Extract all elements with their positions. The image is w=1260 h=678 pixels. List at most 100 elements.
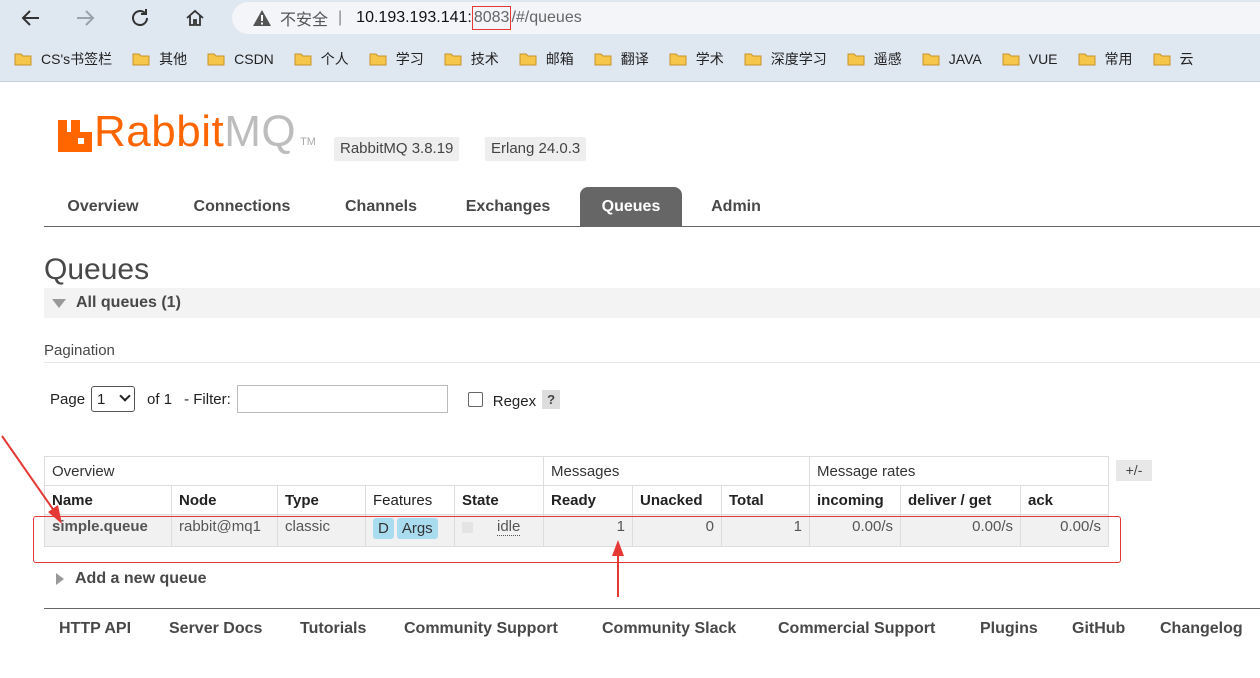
footer-link-changelog[interactable]: Changelog bbox=[1160, 620, 1243, 638]
bookmark-label: 翻译 bbox=[620, 50, 649, 67]
bookmark-label: 技术 bbox=[470, 50, 499, 67]
footer-link-tutorials[interactable]: Tutorials bbox=[300, 620, 366, 638]
bookmark-item[interactable]: 学习 bbox=[369, 49, 424, 69]
bookmark-item[interactable]: 其他 bbox=[132, 49, 187, 69]
bookmark-label: JAVA bbox=[948, 50, 982, 67]
folder-icon bbox=[369, 53, 387, 65]
page-label: Page bbox=[50, 390, 86, 408]
folder-icon bbox=[594, 53, 612, 65]
collapse-triangle-icon bbox=[52, 298, 66, 308]
home-button[interactable] bbox=[180, 4, 210, 32]
warning-icon bbox=[253, 10, 271, 26]
bookmark-item[interactable]: 技术 bbox=[444, 49, 499, 69]
column-toggle-button[interactable]: +/- bbox=[1116, 460, 1152, 481]
insecure-label: 不安全 bbox=[280, 12, 329, 29]
bookmark-item[interactable]: CSDN bbox=[207, 51, 274, 67]
all-queues-section-toggle[interactable]: All queues (1) bbox=[44, 288, 1260, 318]
folder-icon bbox=[207, 53, 225, 65]
tab-overview[interactable]: Overview bbox=[50, 187, 156, 226]
col-total[interactable]: Total bbox=[721, 485, 810, 515]
footer-link-http-api[interactable]: HTTP API bbox=[59, 620, 131, 638]
filter-input[interactable] bbox=[236, 385, 448, 413]
footer-link-server-docs[interactable]: Server Docs bbox=[169, 620, 262, 638]
footer-link-commercial-support[interactable]: Commercial Support bbox=[778, 620, 935, 638]
bookmark-item[interactable]: 深度学习 bbox=[744, 49, 827, 69]
add-queue-toggle[interactable]: Add a new queue bbox=[56, 570, 207, 588]
footer-link-community-slack[interactable]: Community Slack bbox=[602, 620, 736, 638]
url-port: 8083 bbox=[471, 6, 512, 30]
folder-icon bbox=[744, 53, 762, 65]
logo-rabbit: Rabbit bbox=[94, 107, 225, 156]
logo-trademark: TM bbox=[300, 136, 316, 148]
back-button[interactable] bbox=[16, 4, 46, 32]
col-name[interactable]: Name bbox=[44, 485, 172, 515]
logo-mq: MQ bbox=[224, 107, 297, 156]
tab-admin[interactable]: Admin bbox=[696, 187, 776, 226]
col-type[interactable]: Type bbox=[277, 485, 366, 515]
col-ready[interactable]: Ready bbox=[543, 485, 633, 515]
url-host: 10.193.193.141: bbox=[356, 9, 472, 26]
bookmark-item[interactable]: 个人 bbox=[294, 49, 349, 69]
group-overview: Overview bbox=[44, 456, 544, 486]
main-tabs: Overview Connections Channels Exchanges … bbox=[44, 187, 1260, 227]
bookmark-item[interactable]: 翻译 bbox=[594, 49, 649, 69]
bookmarks-bar: CS's书签栏 其他 CSDN 个人 学习 技术 邮箱 翻译 学术 深度学习 遥感 JAVA VUE 常用… bbox=[0, 36, 1260, 82]
annotation-highlight-box bbox=[33, 516, 1121, 563]
folder-icon bbox=[519, 53, 537, 65]
regex-checkbox[interactable] bbox=[467, 391, 483, 407]
tab-queues[interactable]: Queues bbox=[580, 187, 682, 226]
pagination-divider bbox=[44, 362, 1260, 363]
bookmark-item[interactable]: CS's书签栏 bbox=[14, 49, 112, 69]
bookmark-label: 常用 bbox=[1104, 50, 1133, 67]
bookmark-item[interactable]: 遥感 bbox=[847, 49, 902, 69]
pagination-label: Pagination bbox=[44, 342, 115, 359]
bookmark-item[interactable]: VUE bbox=[1002, 51, 1058, 67]
reload-icon bbox=[132, 9, 148, 26]
regex-help-button[interactable]: ? bbox=[542, 389, 561, 409]
bookmark-label: 邮箱 bbox=[545, 50, 574, 67]
tab-exchanges[interactable]: Exchanges bbox=[450, 187, 566, 226]
address-bar[interactable]: 不安全 | 10.193.193.141: 8083/#/queues bbox=[232, 2, 1260, 34]
bookmark-item[interactable]: 常用 bbox=[1078, 49, 1133, 69]
logo-text: RabbitMQ bbox=[94, 110, 296, 154]
col-incoming[interactable]: incoming bbox=[809, 485, 901, 515]
col-unacked[interactable]: Unacked bbox=[632, 485, 722, 515]
folder-icon bbox=[847, 53, 865, 65]
col-ack[interactable]: ack bbox=[1020, 485, 1109, 515]
page-select[interactable]: 1 bbox=[91, 386, 136, 412]
bookmark-label: 个人 bbox=[320, 50, 349, 67]
footer-link-github[interactable]: GitHub bbox=[1072, 620, 1125, 638]
bookmark-item[interactable]: 邮箱 bbox=[519, 49, 574, 69]
folder-icon bbox=[669, 53, 687, 65]
erlang-version: Erlang 24.0.3 bbox=[485, 137, 587, 161]
col-node[interactable]: Node bbox=[171, 485, 278, 515]
bookmark-label: 云 bbox=[1179, 50, 1194, 67]
footer-link-community-support[interactable]: Community Support bbox=[404, 620, 558, 638]
pagination-controls: Page 1 of 1 - Filter: Regex ? bbox=[50, 385, 561, 413]
home-icon bbox=[186, 9, 204, 26]
tab-connections[interactable]: Connections bbox=[174, 187, 310, 226]
bookmark-item[interactable]: 学术 bbox=[669, 49, 724, 69]
reload-button[interactable] bbox=[125, 4, 155, 32]
folder-icon bbox=[922, 53, 940, 65]
col-state[interactable]: State bbox=[454, 485, 544, 515]
bookmark-label: 其他 bbox=[159, 50, 188, 67]
col-deliver-get[interactable]: deliver / get bbox=[900, 485, 1021, 515]
regex-label: Regex bbox=[492, 392, 537, 410]
bookmark-label: 遥感 bbox=[873, 50, 902, 67]
page-select-value: 1 bbox=[97, 390, 106, 408]
col-features: Features bbox=[365, 485, 455, 515]
bookmark-item[interactable]: 云 bbox=[1153, 49, 1194, 69]
forward-button[interactable] bbox=[70, 4, 100, 32]
folder-icon bbox=[132, 53, 150, 65]
page-title: Queues bbox=[44, 253, 150, 286]
bookmark-item[interactable]: JAVA bbox=[922, 51, 982, 67]
bookmark-label: 学习 bbox=[395, 50, 424, 67]
chevron-down-icon bbox=[119, 390, 131, 402]
expand-triangle-icon bbox=[56, 573, 64, 585]
footer-link-plugins[interactable]: Plugins bbox=[980, 620, 1038, 638]
page-of-label: of 1 bbox=[147, 390, 173, 408]
table-group-header: Overview Messages Message rates bbox=[44, 456, 1109, 486]
tab-channels[interactable]: Channels bbox=[326, 187, 436, 226]
rabbitmq-logo[interactable]: RabbitMQ TM bbox=[58, 110, 316, 154]
